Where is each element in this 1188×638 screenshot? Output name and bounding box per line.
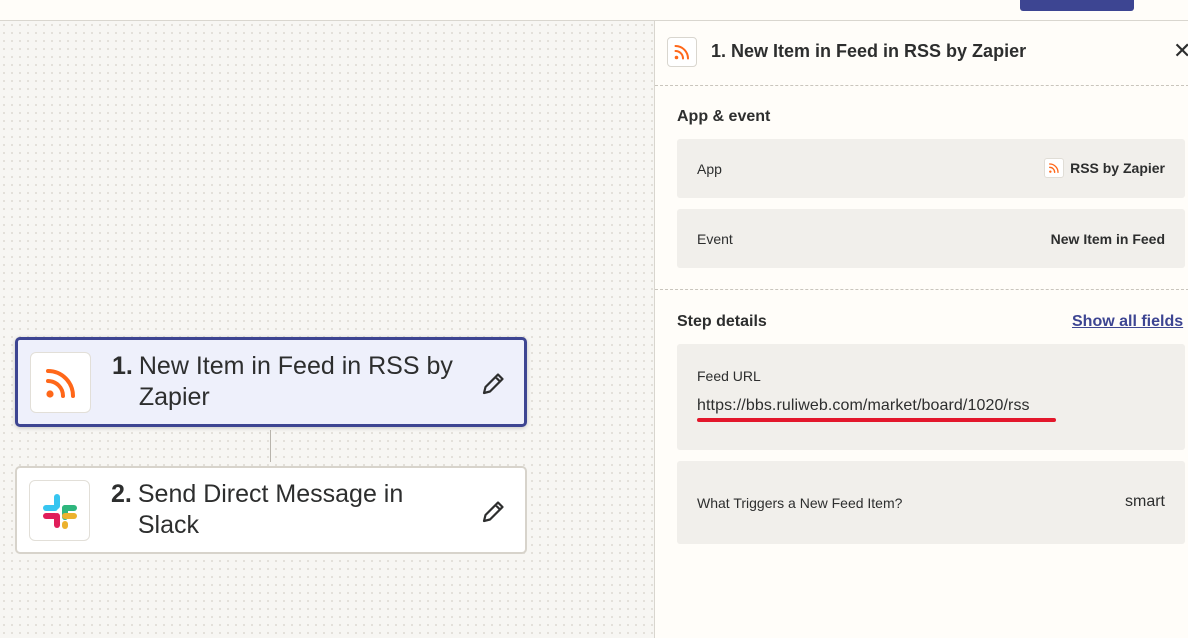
- step-number: 2.: [111, 480, 132, 508]
- slack-icon: [42, 493, 77, 529]
- event-value: New Item in Feed: [1051, 231, 1165, 247]
- app-label: App: [697, 161, 722, 177]
- panel-title: 1. New Item in Feed in RSS by Zapier: [711, 41, 1027, 61]
- trigger-label: What Triggers a New Feed Item?: [697, 495, 903, 511]
- pencil-icon[interactable]: [479, 496, 509, 526]
- pencil-icon[interactable]: [479, 368, 509, 398]
- app-name: RSS by Zapier: [1070, 160, 1165, 176]
- step-details-section-title: Step details: [677, 313, 767, 330]
- feed-url-field[interactable]: Feed URL https://bbs.ruliweb.com/market/…: [677, 344, 1185, 450]
- step-card-action[interactable]: 2. Send Direct Message in Slack: [15, 466, 527, 554]
- rss-icon: [1044, 158, 1065, 178]
- event-label: Event: [697, 231, 733, 247]
- step-detail-panel: 1. New Item in Feed in RSS by Zapier ✕ A…: [654, 21, 1188, 638]
- close-icon[interactable]: ✕: [1173, 40, 1188, 62]
- trigger-value: smart: [1125, 493, 1165, 510]
- step-number: 1.: [112, 352, 133, 380]
- divider: [655, 289, 1188, 290]
- step-title: 1. New Item in Feed in RSS by Zapier: [112, 351, 472, 413]
- publish-button[interactable]: [1020, 0, 1134, 11]
- step-name: New Item in Feed in RSS by Zapier: [138, 352, 453, 411]
- step-card-trigger[interactable]: 1. New Item in Feed in RSS by Zapier: [15, 337, 527, 427]
- app-field[interactable]: App RSS by Zapier: [677, 139, 1185, 198]
- step-connector: [270, 430, 271, 462]
- step-app-icon: [30, 352, 91, 413]
- app-event-section-title: App & event: [677, 108, 771, 125]
- divider: [655, 85, 1188, 86]
- step-app-icon: [29, 480, 90, 541]
- panel-header: 1. New Item in Feed in RSS by Zapier ✕: [655, 21, 1188, 85]
- feed-url-value: https://bbs.ruliweb.com/market/board/102…: [697, 397, 1030, 414]
- red-underline-annotation: [697, 418, 1056, 422]
- panel-app-icon: [667, 37, 697, 67]
- rss-icon: [674, 45, 689, 60]
- event-name: New Item in Feed: [1050, 231, 1165, 247]
- event-field[interactable]: Event New Item in Feed: [677, 209, 1185, 268]
- step-title: 2. Send Direct Message in Slack: [111, 479, 471, 541]
- show-all-fields-link[interactable]: Show all fields: [1072, 313, 1183, 331]
- feed-url-label: Feed URL: [697, 368, 761, 384]
- trigger-field[interactable]: What Triggers a New Feed Item? smart: [677, 461, 1185, 544]
- rss-icon: [45, 368, 75, 398]
- app-value: RSS by Zapier: [1044, 158, 1165, 178]
- top-bar: [0, 0, 1188, 21]
- step-name: Send Direct Message in Slack: [137, 480, 404, 539]
